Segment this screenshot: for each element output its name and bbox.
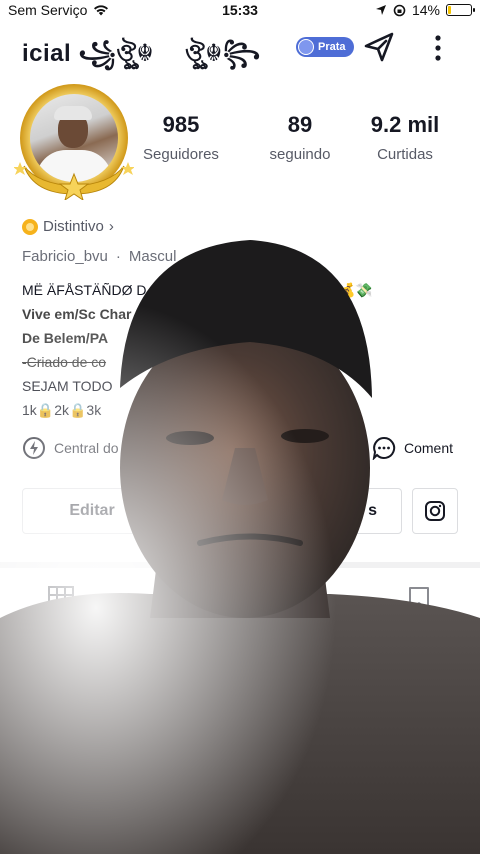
- comment-bubble-icon: [372, 436, 396, 460]
- level-badge[interactable]: Prata: [296, 37, 354, 57]
- section-divider: [0, 562, 480, 568]
- bio-line-4: -Criado de co: [22, 354, 107, 370]
- comments-shortcut[interactable]: Coment: [372, 436, 453, 460]
- instagram-icon: [425, 501, 445, 521]
- following-count: 89: [287, 112, 313, 137]
- bio-line-3: De Belem/PA: [22, 330, 109, 346]
- profile-name-decoration: ঔৣ☬꧂: [185, 40, 261, 67]
- comments-label: Coment: [404, 440, 454, 456]
- secondary-profile-button[interactable]: s: [262, 488, 402, 534]
- bio-line-1: MË ÄFÅSTÄÑDØ D 💰💸: [22, 278, 382, 302]
- chevron-right-icon: ›: [108, 218, 114, 235]
- distintivo-link[interactable]: Distintivo ›: [22, 218, 114, 235]
- central-label: Central do: [54, 440, 119, 456]
- badge-icon: [298, 39, 314, 55]
- followers-count: 985: [162, 112, 200, 137]
- distintivo-label: Distintivo: [43, 218, 104, 235]
- central-shortcut[interactable]: Central do: [22, 436, 119, 460]
- status-bar: Sem Serviço 15:33 14%: [0, 0, 480, 22]
- username: Fabricio_bvu: [22, 248, 108, 265]
- profile-shortcuts: Central do Coment: [0, 434, 480, 464]
- following-label: seguindo: [269, 146, 331, 163]
- bio-line-2: Vive em/Sc Char: [22, 306, 132, 322]
- instagram-button[interactable]: [412, 488, 458, 534]
- profile-header: icial ꧁ঔৣ☬ ঔৣ☬꧂ Prata: [0, 28, 480, 68]
- profile-meta: Fabricio_bvu · Mascul: [22, 248, 176, 265]
- stat-followers[interactable]: 985 Seguidores: [121, 112, 241, 163]
- share-arrow-icon[interactable]: [362, 30, 396, 64]
- grid-icon[interactable]: [48, 586, 74, 612]
- gender: Mascul: [128, 248, 177, 265]
- chevron-up-icon[interactable]: [442, 643, 460, 657]
- bio-line-1-text: MË ÄFÅSTÄÑDØ D: [22, 282, 147, 298]
- edit-profile-button[interactable]: Editar: [22, 488, 162, 534]
- badge-coin-icon: [22, 218, 38, 235]
- bio-line-5: SEJAM TODO: [22, 378, 113, 394]
- laurel-wings-icon: [14, 162, 134, 200]
- profile-display-name: icial ꧁ঔৣ☬: [22, 40, 155, 67]
- orientation-lock-icon: [393, 4, 406, 16]
- battery-percent: 14%: [411, 2, 440, 18]
- status-right: 14%: [375, 2, 475, 18]
- bio-line-1-emoji: 💰💸: [338, 282, 373, 298]
- secondary-button-label: s: [368, 502, 377, 519]
- level-badge-label: Prata: [318, 41, 346, 53]
- likes-count: 9.2 mil: [370, 112, 440, 137]
- more-vertical-icon[interactable]: [428, 32, 448, 64]
- location-arrow-icon: [375, 5, 386, 15]
- edit-profile-label: Editar: [69, 502, 115, 519]
- avatar[interactable]: [12, 82, 136, 202]
- stat-likes[interactable]: 9.2 mil Curtidas: [345, 112, 465, 163]
- followers-label: Seguidores: [143, 146, 219, 163]
- stat-following[interactable]: 89 seguindo: [240, 112, 360, 163]
- meta-separator: ·: [115, 248, 121, 265]
- likes-label: Curtidas: [377, 146, 433, 163]
- tab-divider: [0, 626, 480, 627]
- profile-bio: MË ÄFÅSTÄÑDØ D 💰💸 Vive em/Sc Char De Bel…: [22, 278, 382, 422]
- lightning-circle-icon: [23, 437, 45, 459]
- bio-line-6: 1k🔒2k🔒3k: [22, 402, 102, 418]
- bookmark-icon[interactable]: [408, 586, 430, 612]
- battery-icon: [446, 4, 475, 16]
